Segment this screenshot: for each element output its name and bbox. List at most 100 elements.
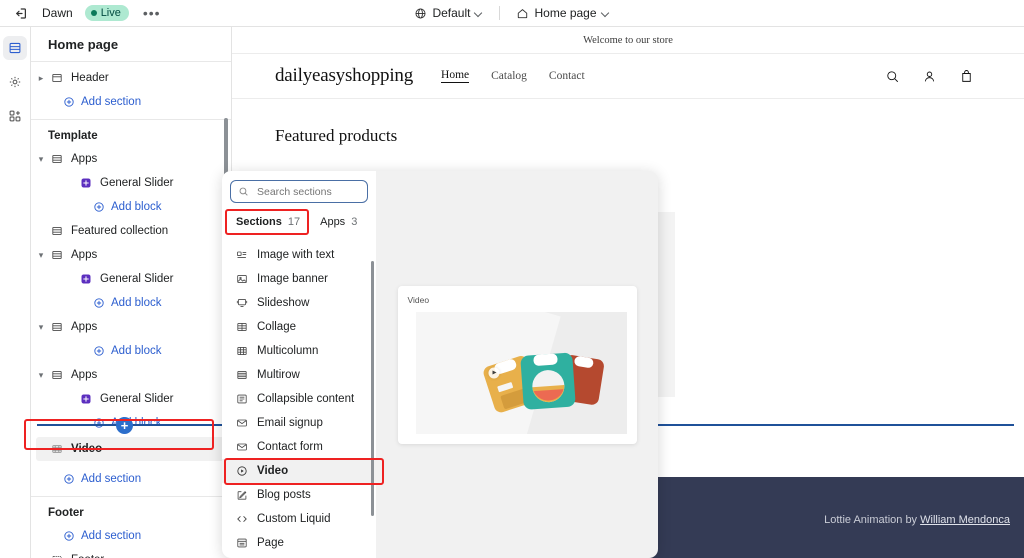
section-option-label: Contact form: [257, 441, 323, 453]
section-icon: [48, 249, 66, 261]
add-block-label: Add block: [111, 297, 162, 309]
add-block-button[interactable]: Add block: [31, 339, 231, 363]
section-icon: [48, 321, 66, 333]
apps-icon[interactable]: [3, 104, 27, 128]
top-bar-divider: [499, 6, 501, 20]
sidebar-item-apps[interactable]: ▾ Apps: [31, 243, 231, 267]
sidebar-item-video-dragging[interactable]: Video: [36, 437, 226, 461]
tab-sections[interactable]: Sections 17: [226, 211, 310, 235]
chevron-down-icon: [475, 9, 483, 17]
sidebar-item-apps[interactable]: ▾ Apps: [31, 315, 231, 339]
add-block-label: Add block: [111, 345, 162, 357]
collapsible-content-icon: [236, 393, 248, 405]
section-option-blog-posts[interactable]: Blog posts: [222, 483, 376, 507]
app-icon: [77, 273, 95, 285]
section-option-email-signup[interactable]: Email signup: [222, 411, 376, 435]
email-icon: [236, 441, 248, 453]
store-logo[interactable]: dailyeasyshopping: [275, 65, 413, 87]
add-section-footer-button[interactable]: Add section: [31, 524, 231, 548]
tab-apps[interactable]: Apps 3: [310, 211, 367, 235]
section-option-label: Collapsible content: [257, 393, 355, 405]
section-option-label: Blog posts: [257, 489, 311, 501]
code-icon: [236, 513, 248, 525]
top-bar-center: Default Home page: [352, 3, 672, 23]
search-icon[interactable]: [885, 69, 900, 84]
search-input[interactable]: [255, 184, 360, 199]
account-icon[interactable]: [922, 69, 937, 84]
sidebar-item-general-slider[interactable]: General Slider: [31, 267, 231, 291]
sidebar-group-footer: Footer Add section ▸ Footer: [31, 497, 231, 558]
sidebar-item-label: General Slider: [100, 273, 174, 285]
video-icon: [236, 465, 248, 477]
add-section-popover: Sections 17 Apps 3 Image with text Image ban…: [222, 171, 658, 558]
section-option-label: Slideshow: [257, 297, 310, 309]
add-block-button[interactable]: Add block: [31, 195, 231, 219]
lottie-credit-link[interactable]: William Mendonca: [920, 514, 1010, 526]
sidebar-item-featured-collection[interactable]: Featured collection: [31, 219, 231, 243]
chevron-down-icon[interactable]: ▾: [34, 370, 48, 381]
chevron-right-icon[interactable]: ▸: [34, 555, 48, 558]
chevron-down-icon[interactable]: ▾: [34, 250, 48, 261]
store-nav-catalog[interactable]: Catalog: [491, 70, 527, 82]
store-header-icons: [885, 69, 974, 84]
sidebar-item-header[interactable]: ▸ Header: [31, 66, 231, 90]
template-group-label: Template: [48, 130, 98, 142]
footer-icon: [48, 554, 66, 558]
add-block-button[interactable]: Add block: [31, 291, 231, 315]
sidebar-item-general-slider[interactable]: General Slider: [31, 387, 231, 411]
more-actions-button[interactable]: •••: [143, 6, 161, 20]
section-option-label: Image with text: [257, 249, 335, 261]
lottie-credit: Lottie Animation by William Mendonca: [824, 514, 1010, 526]
sidebar-group-header: ▸ Header Add section: [31, 62, 231, 120]
section-option-collage[interactable]: Collage: [222, 315, 376, 339]
section-option-label: Page: [257, 537, 284, 549]
locale-label: Default: [432, 6, 471, 20]
exit-icon[interactable]: [8, 1, 32, 25]
add-section-header-button[interactable]: Add section: [31, 90, 231, 114]
tab-count: 3: [351, 216, 358, 228]
page-icon: [236, 537, 248, 549]
section-option-image-with-text[interactable]: Image with text: [222, 243, 376, 267]
gear-icon[interactable]: [3, 70, 27, 94]
section-option-multicolumn[interactable]: Multicolumn: [222, 339, 376, 363]
store-nav-home[interactable]: Home: [441, 69, 470, 83]
plus-circle-icon: [93, 345, 105, 357]
store-nav-contact[interactable]: Contact: [549, 70, 585, 82]
left-icon-rail: [0, 27, 31, 558]
popover-tabs: Sections 17 Apps 3: [222, 211, 376, 235]
image-with-text-icon: [236, 249, 248, 261]
top-bar: Dawn Live ••• Default Home page: [0, 0, 1024, 27]
sidebar-item-apps[interactable]: ▾ Apps: [31, 363, 231, 387]
play-icon: [488, 367, 500, 378]
section-option-label: Multirow: [257, 369, 300, 381]
sidebar-item-footer[interactable]: ▸ Footer: [31, 548, 231, 558]
page-selector[interactable]: Home page: [510, 3, 615, 23]
chevron-right-icon[interactable]: ▸: [34, 73, 48, 84]
image-banner-icon: [236, 273, 248, 285]
section-option-page[interactable]: Page: [222, 531, 376, 555]
section-option-image-banner[interactable]: Image banner: [222, 267, 376, 291]
sidebar-item-label: Apps: [71, 369, 98, 381]
section-option-contact-form[interactable]: Contact form: [222, 435, 376, 459]
add-section-label: Add section: [81, 96, 142, 108]
preview-illustration: [483, 352, 604, 412]
cart-icon[interactable]: [959, 69, 974, 84]
sections-icon[interactable]: [3, 36, 27, 60]
chevron-down-icon[interactable]: ▾: [34, 154, 48, 165]
section-option-collapsible-content[interactable]: Collapsible content: [222, 387, 376, 411]
section-option-custom-liquid[interactable]: Custom Liquid: [222, 507, 376, 531]
chevron-down-icon[interactable]: ▾: [34, 322, 48, 333]
add-section-template-button[interactable]: Add section: [31, 467, 231, 491]
section-option-label: Collage: [257, 321, 296, 333]
section-option-multirow[interactable]: Multirow: [222, 363, 376, 387]
add-section-label: Add section: [81, 473, 142, 485]
section-option-label: Custom Liquid: [257, 513, 331, 525]
section-option-video[interactable]: Video: [222, 459, 376, 483]
sidebar-item-apps[interactable]: ▾ Apps: [31, 147, 231, 171]
search-sections-field[interactable]: [230, 180, 368, 203]
sidebar-item-general-slider[interactable]: General Slider: [31, 171, 231, 195]
section-option-slideshow[interactable]: Slideshow: [222, 291, 376, 315]
popover-list-scrollbar[interactable]: [370, 261, 374, 516]
locale-selector[interactable]: Default: [408, 3, 489, 23]
video-section-icon: [48, 443, 66, 455]
